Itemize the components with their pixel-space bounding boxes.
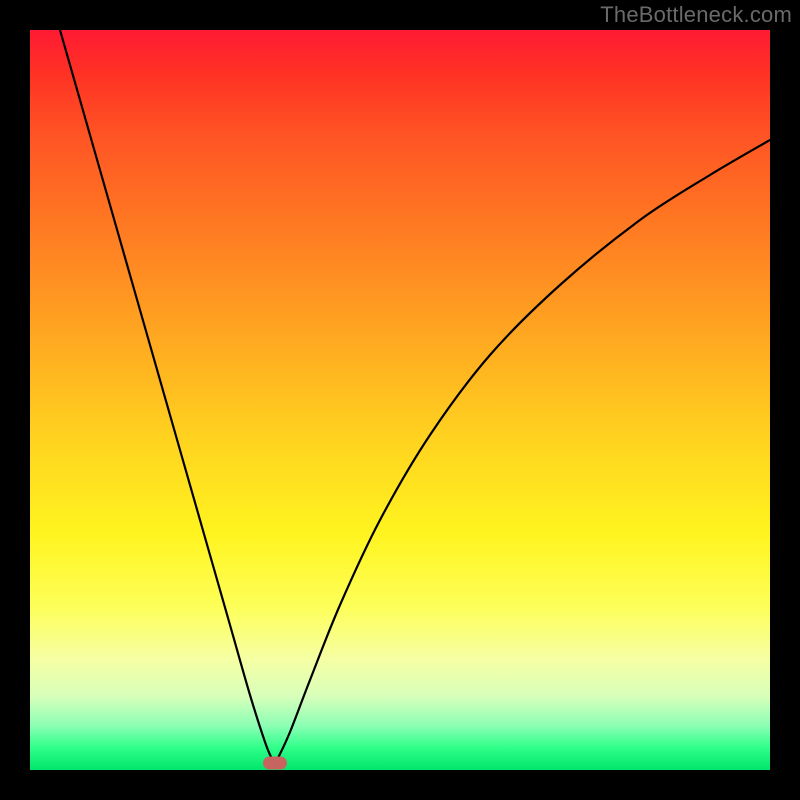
plot-area xyxy=(30,30,770,770)
watermark-text: TheBottleneck.com xyxy=(600,2,792,28)
chart-frame: TheBottleneck.com xyxy=(0,0,800,800)
curve-svg xyxy=(30,30,770,770)
bottleneck-curve xyxy=(60,30,770,763)
optimal-point-marker xyxy=(263,757,287,770)
